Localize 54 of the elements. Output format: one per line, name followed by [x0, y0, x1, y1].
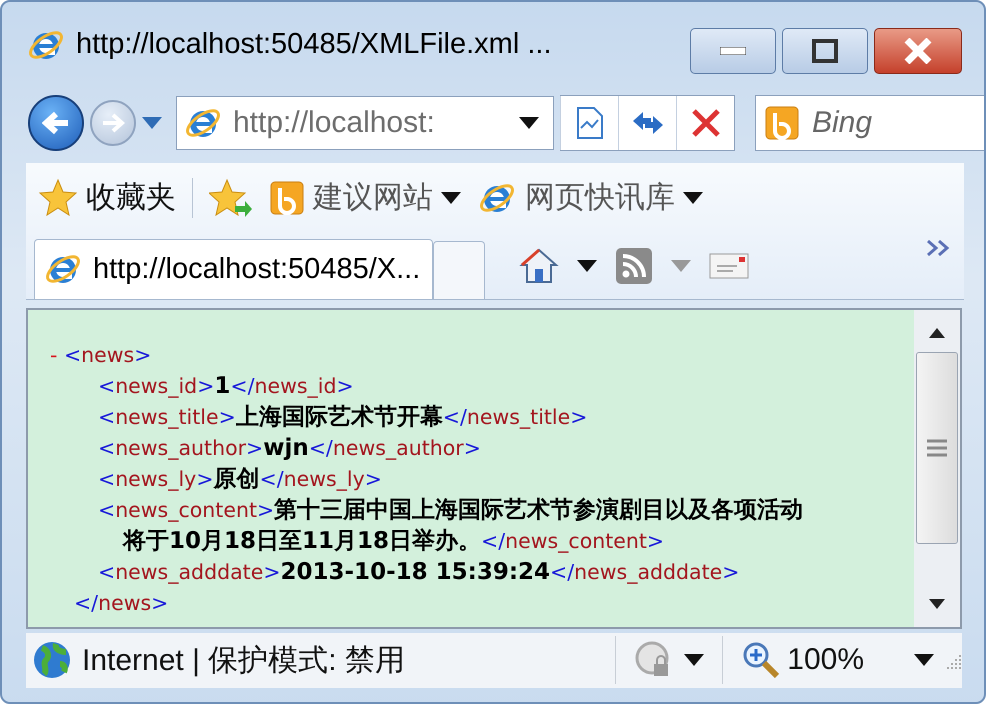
- bing-icon: [269, 180, 305, 216]
- scroll-thumb[interactable]: [916, 352, 958, 544]
- forward-button[interactable]: [90, 100, 136, 146]
- address-field[interactable]: http://localhost:: [176, 96, 554, 150]
- scroll-up-icon[interactable]: [929, 328, 945, 338]
- close-icon: [903, 38, 933, 64]
- home-caret-icon[interactable]: [577, 260, 598, 272]
- close-button[interactable]: [874, 28, 962, 74]
- xml-element-line: <news_ly>原创</news_ly>: [97, 464, 383, 494]
- xml-tag: </news>: [74, 590, 168, 615]
- dropdown-caret-icon[interactable]: [441, 192, 461, 204]
- home-icon[interactable]: [519, 246, 560, 285]
- star-icon: [38, 178, 78, 218]
- address-caret-icon[interactable]: [519, 116, 539, 129]
- xml-element-line: <news_title>上海国际艺术节开幕</news_title>: [97, 402, 588, 432]
- dropdown-caret-icon[interactable]: [683, 192, 703, 204]
- minimize-button[interactable]: [690, 28, 776, 74]
- back-arrow-icon: [42, 110, 70, 135]
- feed-caret-icon[interactable]: [671, 260, 692, 272]
- xml-element-line: <news_id>1</news_id>: [97, 372, 355, 401]
- maximize-button[interactable]: [782, 28, 868, 74]
- url-text: http://localhost:: [233, 106, 435, 140]
- globe-icon: [32, 640, 72, 680]
- collapse-marker[interactable]: -: [50, 342, 58, 367]
- more-chevron-icon[interactable]: [926, 238, 950, 257]
- zoom-caret-icon[interactable]: [914, 654, 934, 666]
- minimize-icon: [720, 47, 746, 55]
- browser-tab[interactable]: http://localhost:50485/X...: [34, 238, 434, 299]
- grip-icon: [927, 438, 947, 458]
- bing-icon: [764, 104, 800, 141]
- scroll-down-icon[interactable]: [929, 598, 945, 609]
- search-box[interactable]: Bing: [755, 94, 984, 151]
- page-icon: [576, 106, 604, 140]
- stop-icon: [690, 108, 720, 138]
- xml-element-line: <news_adddate>2013-10-18 15:39:24</news_adddate>: [97, 558, 740, 587]
- favorites-link[interactable]: 建议网站: [269, 177, 461, 218]
- scrollbar[interactable]: [914, 310, 960, 627]
- history-caret-icon[interactable]: [142, 116, 162, 129]
- security-zone-text[interactable]: Internet | 保护模式: 禁用: [82, 640, 405, 681]
- favorites-link[interactable]: 网页快讯库: [477, 177, 703, 218]
- search-field[interactable]: Bing: [810, 104, 954, 141]
- feed-icon[interactable]: [615, 246, 654, 285]
- zoom-icon: [741, 640, 782, 680]
- security-caret-icon[interactable]: [684, 654, 704, 666]
- xml-element-line: <news_content>第十三届中国上海国际艺术节参演剧目以及各项活动将于10月18日至11月18日举办。</news_content>: [97, 496, 804, 556]
- window-title: http://localhost:50485/XMLFile.xml ...: [76, 28, 552, 62]
- maximize-icon: [812, 39, 838, 63]
- forward-arrow-icon: [101, 112, 125, 133]
- favorites-button[interactable]: 收藏夹: [38, 177, 176, 218]
- add-favorite-icon[interactable]: [209, 178, 253, 218]
- xml-tag: <news>: [64, 342, 152, 367]
- mail-icon[interactable]: [709, 252, 750, 279]
- zoom-button[interactable]: 100%: [741, 640, 864, 680]
- xml-element-line: <news_author>wjn</news_author>: [97, 434, 482, 463]
